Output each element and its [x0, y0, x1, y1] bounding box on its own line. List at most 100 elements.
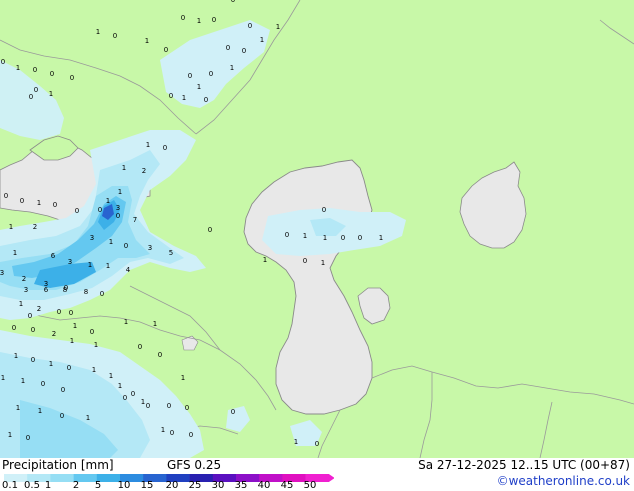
precip-value: 1	[182, 94, 186, 102]
precip-value: 0	[231, 0, 235, 4]
precip-value: 1	[49, 360, 53, 368]
precip-value: 0	[188, 72, 192, 80]
precip-value: 1	[19, 300, 23, 308]
precip-value: 1	[181, 374, 185, 382]
precip-value: 1	[94, 341, 98, 349]
precip-value: 0	[67, 364, 71, 372]
precip-value: 0	[34, 86, 38, 94]
precip-value: 1	[86, 414, 90, 422]
precip-value: 1	[109, 372, 113, 380]
precip-value: 1	[197, 83, 201, 91]
precip-value: 1	[106, 197, 110, 205]
precip-value: 1	[109, 238, 113, 246]
precip-value: 1	[145, 37, 149, 45]
precip-value: 1	[263, 256, 267, 264]
precip-value: 0	[31, 326, 35, 334]
precip-value: 0	[138, 343, 142, 351]
precip-value: 0	[322, 206, 326, 214]
precip-value: 1	[161, 426, 165, 434]
precip-value: 1	[323, 234, 327, 242]
precip-value: 0	[41, 380, 45, 388]
precip-value: 0	[341, 234, 345, 242]
precip-value: 3	[148, 244, 152, 252]
precip-value: 1	[9, 223, 13, 231]
precip-value: 0	[20, 197, 24, 205]
precip-value: 1	[141, 398, 145, 406]
precip-value: 1	[124, 318, 128, 326]
precip-value: 0	[12, 324, 16, 332]
precip-value: 0	[123, 394, 127, 402]
precip-value: 0	[242, 47, 246, 55]
precip-value: 0	[170, 429, 174, 437]
map-footer: Precipitation [mm] GFS 0.25 Sa 27-12-202…	[0, 458, 634, 491]
precip-value: 7	[133, 216, 137, 224]
precip-value: 0	[1, 58, 5, 66]
precip-value: 1	[118, 188, 122, 196]
precip-value: 3	[0, 269, 4, 277]
precip-value: 1	[146, 141, 150, 149]
precip-value: 5	[169, 249, 173, 257]
precip-value: 0	[33, 66, 37, 74]
credit-link[interactable]: ©weatheronline.co.uk	[497, 474, 630, 488]
precip-value: 0	[98, 206, 102, 214]
precip-value: 0	[100, 290, 104, 298]
precip-value: 2	[33, 223, 37, 231]
precip-value: 0	[285, 231, 289, 239]
precip-value: 0	[70, 74, 74, 82]
precip-value: 3	[24, 286, 28, 294]
precip-value: 0	[116, 212, 120, 220]
model-name: GFS 0.25	[167, 458, 222, 472]
precip-value: 0	[28, 312, 32, 320]
precip-value: 0	[248, 22, 252, 30]
precip-value: 4	[126, 266, 131, 274]
precip-value: 0	[303, 257, 307, 265]
forecast-datetime: Sa 27-12-2025 12..15 UTC (00+87)	[418, 458, 630, 472]
precip-value: 1	[294, 438, 298, 446]
precip-value: 1	[49, 90, 53, 98]
precip-value: 0	[61, 386, 65, 394]
precip-value: 2	[37, 305, 41, 313]
precip-value: 0	[75, 207, 79, 215]
precip-value: 1	[276, 23, 280, 31]
precip-value: 0	[29, 93, 33, 101]
precip-value: 1	[122, 164, 126, 172]
precip-value: 0	[4, 192, 8, 200]
precip-value: 0	[50, 70, 54, 78]
map-title: Precipitation [mm]	[2, 458, 114, 472]
precip-value: 8	[84, 288, 88, 296]
precip-value: 1	[379, 234, 383, 242]
precip-value: 0	[163, 144, 167, 152]
precip-value: 6	[44, 286, 49, 294]
precip-value: 1	[303, 232, 307, 240]
precip-value: 1	[13, 249, 17, 257]
precip-value: 0	[358, 234, 362, 242]
precip-value: 0	[204, 96, 208, 104]
precip-value: 0	[90, 328, 94, 336]
precip-value: 1	[8, 431, 12, 439]
precip-value: 2	[52, 330, 56, 338]
precip-value: 0	[181, 14, 185, 22]
precip-value: 0	[231, 408, 235, 416]
precip-value: 0	[189, 431, 193, 439]
precip-value: 2	[142, 167, 146, 175]
precip-value: 0	[31, 356, 35, 364]
precip-value: 1	[96, 28, 100, 36]
precip-value: 1	[118, 382, 122, 390]
precip-value: 0	[315, 440, 319, 448]
precip-value: 1	[88, 261, 92, 269]
precip-value: 1	[37, 199, 41, 207]
precip-value: 0	[158, 351, 162, 359]
precip-value: 1	[16, 404, 20, 412]
precip-value: 0	[131, 390, 135, 398]
precip-value: 0	[60, 412, 64, 420]
precip-value: 2	[22, 275, 26, 283]
precip-value: 0	[212, 16, 216, 24]
precip-value: 0	[226, 44, 230, 52]
precip-value: 0	[57, 308, 61, 316]
precip-value: 1	[16, 64, 20, 72]
precipitation-map: 0100011001010010101001000010101210013700…	[0, 0, 634, 459]
precip-value: 3	[116, 204, 120, 212]
precip-value: 0	[124, 242, 128, 250]
precip-value: 0	[69, 309, 73, 317]
precip-value: 3	[90, 234, 94, 242]
